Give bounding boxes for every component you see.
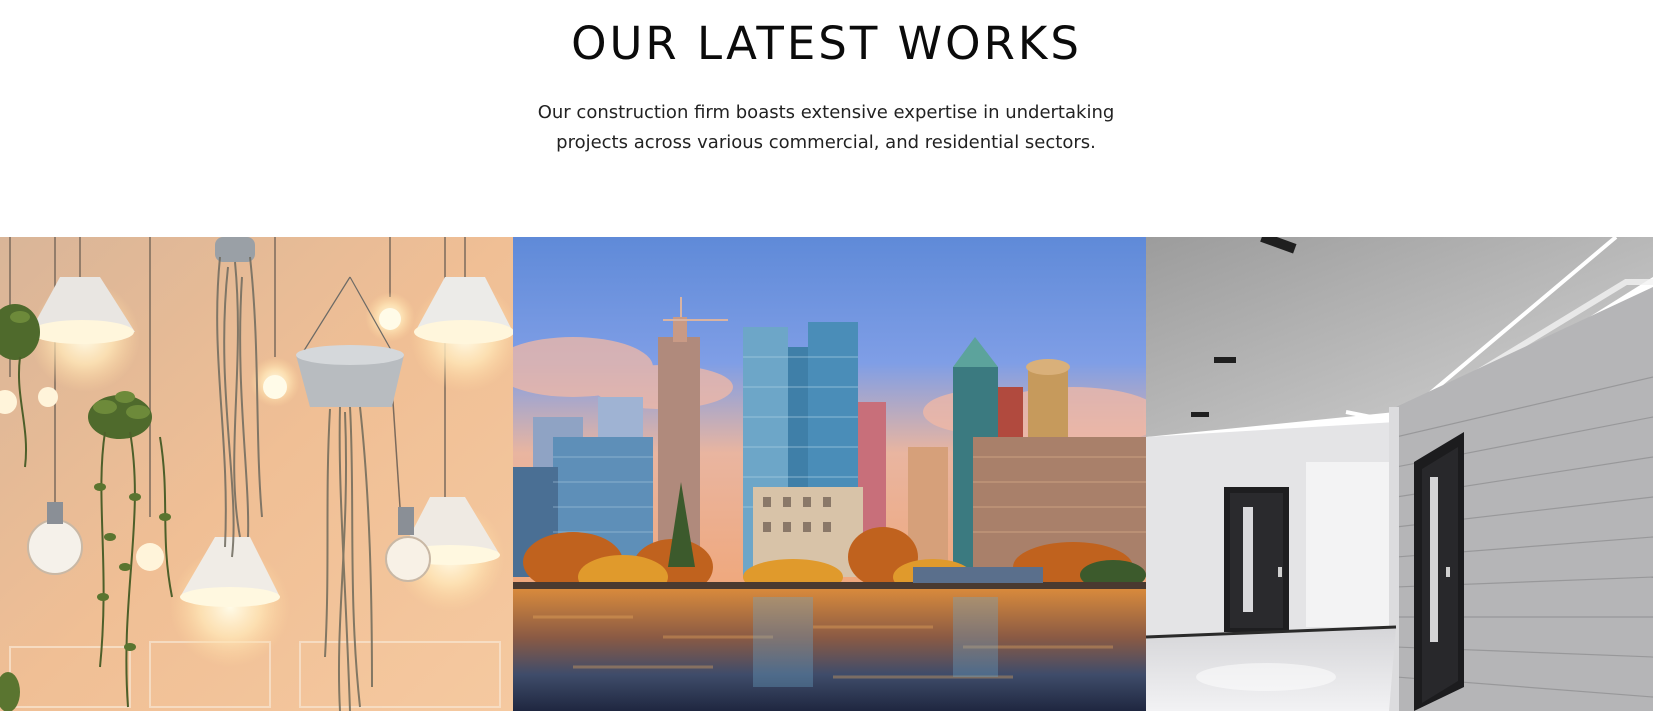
city-skyline-image [513, 237, 1146, 711]
interior-hallway-image [1146, 237, 1653, 711]
section-title: OUR LATEST WORKS [571, 17, 1082, 70]
work-item-interior[interactable] [1146, 237, 1653, 711]
latest-works-section: OUR LATEST WORKS Our construction firm b… [0, 0, 1653, 711]
section-description: Our construction firm boasts extensive e… [537, 102, 1115, 153]
works-gallery [0, 237, 1653, 711]
work-item-lamps[interactable] [0, 237, 513, 711]
pendant-lamps-image [0, 237, 513, 711]
work-item-skyline[interactable] [513, 237, 1146, 711]
